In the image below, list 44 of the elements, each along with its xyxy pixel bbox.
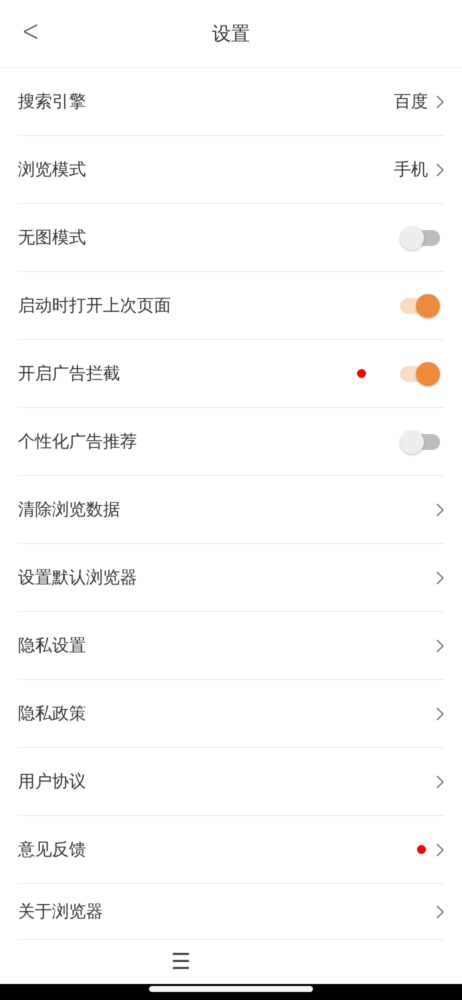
settings-row[interactable]: 用户协议	[18, 748, 444, 816]
settings-row[interactable]: 设置默认浏览器	[18, 544, 444, 612]
menu-button[interactable]: ☰	[165, 940, 197, 984]
chevron-right-icon	[436, 904, 444, 918]
setting-value: 手机	[394, 159, 428, 181]
back-button[interactable]: <	[18, 14, 44, 49]
chevron-right-icon	[436, 706, 444, 720]
toggle-switch[interactable]	[398, 292, 442, 320]
page-title: 设置	[212, 22, 250, 46]
chevron-right-icon	[436, 638, 444, 652]
setting-label: 意见反馈	[18, 839, 87, 861]
chevron-right-icon	[436, 502, 444, 516]
settings-row[interactable]: 无图模式	[18, 204, 444, 272]
setting-label: 用户协议	[18, 771, 87, 793]
home-indicator[interactable]	[149, 986, 313, 992]
settings-row[interactable]: 隐私设置	[18, 612, 444, 680]
chevron-right-icon	[436, 774, 444, 788]
setting-label: 清除浏览数据	[18, 499, 121, 521]
toggle-switch[interactable]	[398, 224, 442, 252]
setting-label: 设置默认浏览器	[18, 567, 138, 589]
settings-row[interactable]: 启动时打开上次页面	[18, 272, 444, 340]
chevron-right-icon	[436, 842, 444, 856]
setting-label: 搜索引擎	[18, 91, 87, 113]
settings-row[interactable]: 隐私政策	[18, 680, 444, 748]
setting-label: 启动时打开上次页面	[18, 295, 172, 317]
chevron-right-icon	[436, 162, 444, 176]
settings-row[interactable]: 浏览模式 手机	[18, 136, 444, 204]
chevron-right-icon	[436, 570, 444, 584]
settings-row[interactable]: 清除浏览数据	[18, 476, 444, 544]
setting-label: 关于浏览器	[18, 901, 104, 923]
toggle-switch[interactable]	[398, 428, 442, 456]
settings-row[interactable]: 搜索引擎 百度	[18, 68, 444, 136]
setting-label: 隐私设置	[18, 635, 87, 657]
settings-row[interactable]: 开启广告拦截	[18, 340, 444, 408]
toggle-switch[interactable]	[398, 360, 442, 388]
setting-value: 百度	[394, 91, 428, 113]
settings-row[interactable]: 个性化广告推荐	[18, 408, 444, 476]
setting-label: 浏览模式	[18, 159, 87, 181]
setting-label: 无图模式	[18, 227, 87, 249]
setting-label: 个性化广告推荐	[18, 431, 138, 453]
setting-label: 隐私政策	[18, 703, 87, 725]
setting-label: 开启广告拦截	[18, 363, 121, 385]
settings-row[interactable]: 意见反馈	[18, 816, 444, 884]
chevron-right-icon	[436, 94, 444, 108]
